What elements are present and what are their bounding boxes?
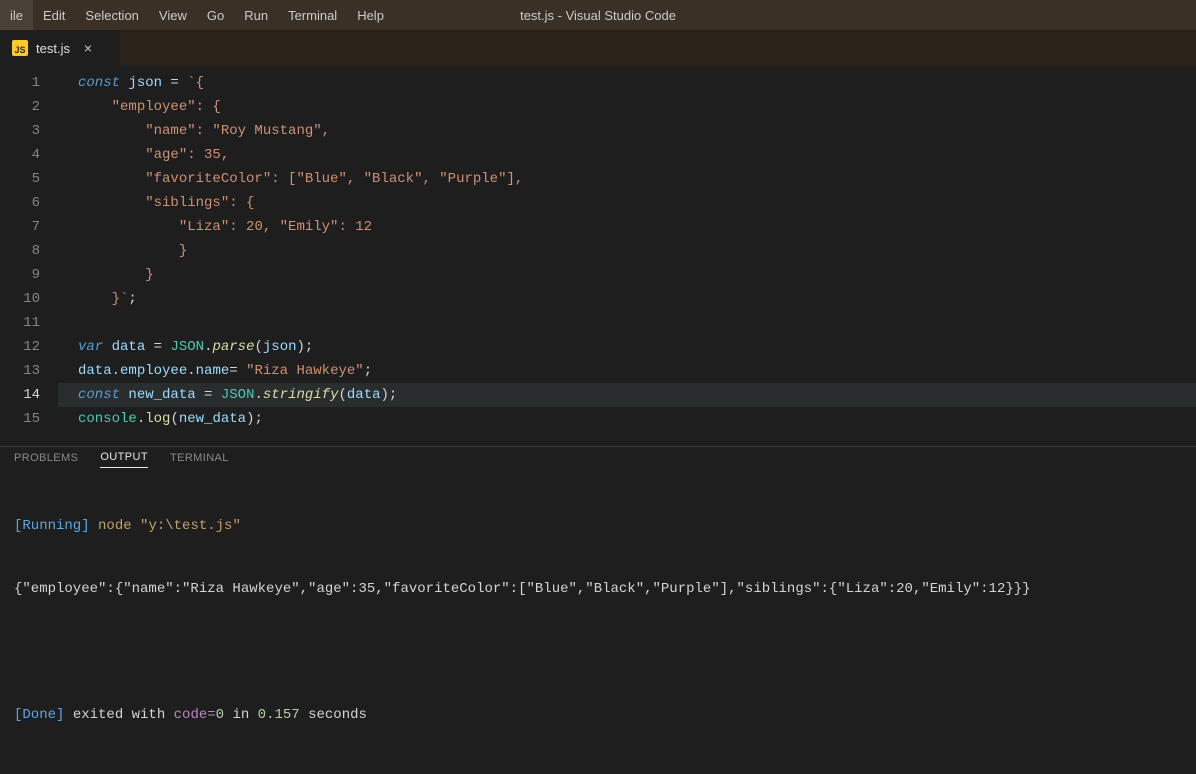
line-number: 3 bbox=[0, 119, 58, 143]
code-line[interactable]: "age": 35, bbox=[58, 143, 1196, 167]
output-line-stdout: {"employee":{"name":"Riza Hawkeye","age"… bbox=[14, 579, 1182, 600]
done-code-key: code= bbox=[174, 707, 216, 723]
close-icon[interactable]: × bbox=[80, 40, 96, 56]
code-line[interactable]: const new_data = JSON.stringify(data); bbox=[58, 383, 1196, 407]
done-text: exited with bbox=[64, 707, 173, 723]
menu-item-help[interactable]: Help bbox=[347, 0, 394, 30]
code-line[interactable]: data.employee.name= "Riza Hawkeye"; bbox=[58, 359, 1196, 383]
line-number: 12 bbox=[0, 335, 58, 359]
output-body[interactable]: [Running] node "y:\test.js" {"employee":… bbox=[0, 468, 1196, 774]
done-text: in bbox=[224, 707, 258, 723]
line-number: 5 bbox=[0, 167, 58, 191]
code-line[interactable]: var data = JSON.parse(json); bbox=[58, 335, 1196, 359]
menu-item-edit[interactable]: Edit bbox=[33, 0, 75, 30]
code-line[interactable]: "name": "Roy Mustang", bbox=[58, 119, 1196, 143]
output-line-done: [Done] exited with code=0 in 0.157 secon… bbox=[14, 705, 1182, 726]
menu-item-ile[interactable]: ile bbox=[0, 0, 33, 30]
code-line[interactable]: }`; bbox=[58, 287, 1196, 311]
menu-item-terminal[interactable]: Terminal bbox=[278, 0, 347, 30]
line-number: 8 bbox=[0, 239, 58, 263]
code-line[interactable]: const json = `{ bbox=[58, 71, 1196, 95]
menu-item-run[interactable]: Run bbox=[234, 0, 278, 30]
line-number: 4 bbox=[0, 143, 58, 167]
code-line[interactable]: "siblings": { bbox=[58, 191, 1196, 215]
output-blank bbox=[14, 642, 1182, 663]
bottom-panel: PROBLEMS OUTPUT TERMINAL [Running] node "y… bbox=[0, 446, 1196, 596]
output-line-running: [Running] node "y:\test.js" bbox=[14, 516, 1182, 537]
running-tag: [Running] bbox=[14, 518, 90, 534]
line-number: 15 bbox=[0, 407, 58, 431]
line-number: 14 bbox=[0, 383, 58, 407]
done-tag: [Done] bbox=[14, 707, 64, 723]
done-text: seconds bbox=[300, 707, 367, 723]
line-number: 7 bbox=[0, 215, 58, 239]
menu-item-selection[interactable]: Selection bbox=[75, 0, 148, 30]
running-command: node "y:\test.js" bbox=[98, 518, 241, 534]
code-area[interactable]: const json = `{ "employee": { "name": "R… bbox=[58, 65, 1196, 446]
line-number: 9 bbox=[0, 263, 58, 287]
menu-item-view[interactable]: View bbox=[149, 0, 197, 30]
code-line[interactable]: "Liza": 20, "Emily": 12 bbox=[58, 215, 1196, 239]
line-number: 13 bbox=[0, 359, 58, 383]
code-line[interactable]: } bbox=[58, 239, 1196, 263]
code-line[interactable]: "favoriteColor": ["Blue", "Black", "Purp… bbox=[58, 167, 1196, 191]
panel-tab-output[interactable]: OUTPUT bbox=[100, 447, 148, 468]
done-code-val: 0 bbox=[216, 707, 224, 723]
code-line[interactable] bbox=[58, 311, 1196, 335]
js-file-icon: JS bbox=[12, 40, 28, 56]
line-number: 11 bbox=[0, 311, 58, 335]
panel-tabs: PROBLEMS OUTPUT TERMINAL bbox=[0, 447, 1196, 468]
line-number: 10 bbox=[0, 287, 58, 311]
line-number: 1 bbox=[0, 71, 58, 95]
title-bar: ileEditSelectionViewGoRunTerminalHelp te… bbox=[0, 0, 1196, 30]
line-number: 6 bbox=[0, 191, 58, 215]
tab-test-js[interactable]: JS test.js × bbox=[0, 30, 120, 65]
panel-tab-problems[interactable]: PROBLEMS bbox=[14, 448, 78, 468]
tab-label: test.js bbox=[36, 41, 70, 56]
panel-tab-terminal[interactable]: TERMINAL bbox=[170, 448, 229, 468]
code-line[interactable]: console.log(new_data); bbox=[58, 407, 1196, 431]
done-time: 0.157 bbox=[258, 707, 300, 723]
editor[interactable]: 123456789101112131415 const json = `{ "e… bbox=[0, 65, 1196, 446]
menu-item-go[interactable]: Go bbox=[197, 0, 234, 30]
menu-bar: ileEditSelectionViewGoRunTerminalHelp bbox=[0, 0, 394, 30]
tab-bar: JS test.js × bbox=[0, 30, 1196, 65]
code-line[interactable]: } bbox=[58, 263, 1196, 287]
line-number-gutter: 123456789101112131415 bbox=[0, 65, 58, 446]
code-line[interactable]: "employee": { bbox=[58, 95, 1196, 119]
line-number: 2 bbox=[0, 95, 58, 119]
